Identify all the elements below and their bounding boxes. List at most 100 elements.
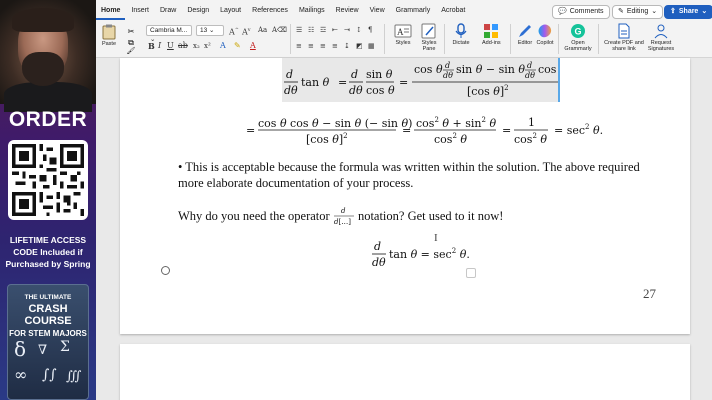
paste-button[interactable]: Paste [100, 24, 118, 47]
text-cursor-icon: I [434, 232, 438, 244]
ribbon-tabs: Home Insert Draw Design Layout Reference… [96, 4, 471, 20]
svg-text:= sec2 θ.: = sec2 θ. [554, 123, 603, 137]
share-icon: ⇪ [670, 8, 676, 15]
font-size-select[interactable]: 13 ⌄ [196, 25, 224, 36]
underline-button[interactable]: U [167, 41, 174, 51]
strikethrough-button[interactable]: ab [178, 41, 188, 51]
shading-button[interactable]: ◩ [356, 41, 363, 51]
tab-home[interactable]: Home [96, 4, 126, 20]
tab-layout[interactable]: Layout [215, 4, 246, 20]
clear-format-icon[interactable]: A⌫ [272, 25, 287, 35]
tab-grammarly[interactable]: Grammarly [391, 4, 436, 20]
sort-button[interactable]: ↕ [356, 25, 362, 35]
svg-text:d: d [445, 61, 450, 70]
svg-text:[cos θ]2: [cos θ]2 [467, 84, 509, 98]
justify-button[interactable]: ≡ [332, 41, 338, 51]
text-effects-button[interactable]: A [220, 41, 226, 51]
document-page[interactable]: d dθ tan θ = d dθ sin θ cos θ = cos θ d … [120, 58, 690, 334]
subscript-button[interactable]: x₂ [193, 41, 200, 51]
svg-text:=: = [502, 124, 511, 137]
increase-indent-button[interactable]: ⇥ [344, 25, 350, 35]
align-left-button[interactable]: ≡ [296, 41, 302, 51]
align-center-button[interactable]: ≡ [308, 41, 314, 51]
tab-insert[interactable]: Insert [126, 4, 154, 20]
tab-draw[interactable]: Draw [155, 4, 181, 20]
borders-button[interactable]: ▦ [368, 41, 375, 51]
selected-equation[interactable]: d dθ tan θ = d dθ sin θ cos θ = cos θ d … [282, 58, 567, 102]
svg-text:[cos θ]2: [cos θ]2 [306, 132, 348, 146]
svg-text:cos θ: cos θ [366, 84, 395, 97]
svg-text:sin θ − sin θ: sin θ − sin θ [456, 63, 525, 76]
bullet-text-line-2: more elaborate documentation of your pro… [178, 176, 414, 190]
qr-code[interactable] [8, 140, 88, 220]
copilot-button[interactable]: Copilot [536, 23, 554, 46]
editor-button[interactable]: Editor [516, 23, 534, 46]
equation-result: d dθ tan θ = sec2 θ. [372, 240, 470, 269]
styles-icon: A [394, 23, 412, 39]
svg-text:=: = [402, 124, 411, 137]
tab-references[interactable]: References [247, 4, 293, 20]
svg-text:dθ: dθ [525, 71, 535, 80]
bold-button[interactable]: B [148, 41, 155, 51]
svg-text:d: d [286, 68, 293, 81]
page-number: 27 [643, 286, 656, 301]
document-canvas[interactable]: d dθ tan θ = d dθ sin θ cos θ = cos θ d … [96, 58, 712, 400]
chevron-down-icon: ⌄ [651, 8, 658, 15]
margin-marker-icon[interactable] [161, 266, 170, 275]
add-ins-icon [482, 23, 500, 39]
svg-text:=: = [399, 76, 408, 89]
editing-mode-button[interactable]: ✎ Editing ⌄ [612, 5, 664, 19]
superscript-button[interactable]: x² [204, 41, 211, 51]
show-marks-button[interactable]: ¶ [368, 25, 372, 35]
align-right-button[interactable]: ≡ [320, 41, 326, 51]
clipboard-icon [100, 24, 118, 40]
shrink-font-button[interactable]: Av [242, 25, 251, 38]
copilot-float-icon[interactable] [466, 268, 476, 278]
grow-font-button[interactable]: A^ [229, 25, 239, 38]
numbering-button[interactable]: ☷ [308, 25, 314, 35]
pdf-icon [615, 23, 633, 39]
format-painter-button[interactable]: 🖌 [122, 46, 140, 56]
equation-derivative-quotient: d dθ tan θ = d dθ sin θ cos θ = cos θ d … [284, 61, 567, 98]
brush-icon: 🖌 [126, 48, 136, 55]
svg-text:tan θ: tan θ [301, 76, 330, 89]
tab-design[interactable]: Design [182, 4, 214, 20]
svg-text:dθ: dθ [349, 84, 363, 97]
comments-button[interactable]: 💬 Comments [552, 5, 610, 19]
ribbon: Home Insert Draw Design Layout Reference… [96, 0, 712, 58]
next-page[interactable] [120, 344, 690, 400]
font-color-button[interactable]: A [250, 41, 256, 51]
add-ins-button[interactable]: Add-ins [482, 23, 501, 46]
bullets-button[interactable]: ☰ [296, 25, 302, 35]
tab-acrobat[interactable]: Acrobat [436, 4, 470, 20]
grammarly-button[interactable]: G Open Grammarly [564, 23, 592, 52]
grammarly-icon: G [569, 23, 587, 39]
share-button[interactable]: ⇪ Share ⌄ [664, 5, 712, 19]
pencil-icon: ✎ [618, 8, 624, 15]
svg-text:cos2 θ: cos2 θ [514, 132, 547, 146]
webcam-feed [0, 0, 96, 112]
tab-review[interactable]: Review [331, 4, 364, 20]
font-name-select[interactable]: Cambria M... ⌄ [146, 25, 192, 43]
svg-text:d: d [351, 68, 358, 81]
line-spacing-button[interactable]: ↨ [344, 41, 350, 51]
tab-mailings[interactable]: Mailings [294, 4, 330, 20]
request-signatures-button[interactable]: Request Signatures [644, 23, 678, 52]
change-case-button[interactable]: Aa [258, 25, 267, 35]
book-cover: THE ULTIMATE CRASH COURSE FOR STEM MAJOR… [7, 284, 89, 400]
highlight-button[interactable]: ✎ [234, 41, 241, 51]
create-pdf-button[interactable]: Create PDF and share link [604, 23, 644, 52]
svg-text:=: = [338, 76, 347, 89]
multilevel-list-button[interactable]: ☲ [320, 25, 326, 35]
styles-button[interactable]: A Styles [394, 23, 412, 46]
tab-view[interactable]: View [365, 4, 390, 20]
dictate-button[interactable]: Dictate [452, 23, 470, 46]
svg-text:tan θ = sec2 θ.: tan θ = sec2 θ. [389, 247, 470, 261]
svg-text:d: d [341, 207, 346, 215]
styles-pane-button[interactable]: Styles Pane [418, 23, 440, 52]
decrease-indent-button[interactable]: ⇤ [332, 25, 338, 35]
svg-text:cos θ: cos θ [414, 63, 443, 76]
chevron-down-icon: ⌄ [701, 8, 708, 15]
italic-button[interactable]: I [158, 41, 161, 51]
editor-icon [516, 23, 534, 39]
